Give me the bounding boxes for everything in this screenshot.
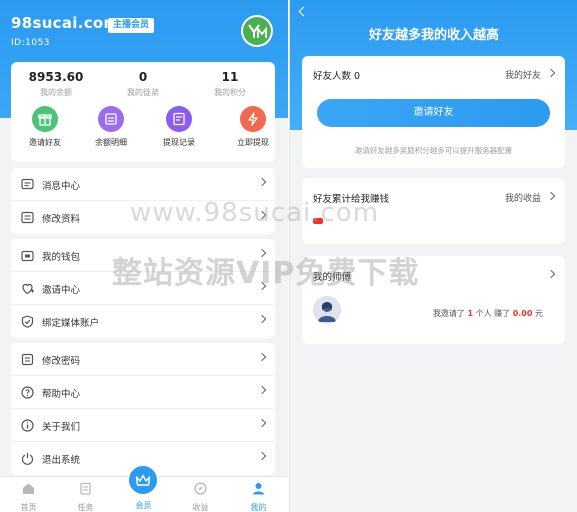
invite-amount: 0.00 xyxy=(512,309,533,318)
quick-action-label: 余额明细 xyxy=(95,138,127,147)
menu-item-change-password[interactable]: 修改密码 xyxy=(11,343,275,376)
menu-item-label: 邀请中心 xyxy=(42,285,81,296)
bolt-icon xyxy=(240,106,266,132)
vip-badge: 主播会员 xyxy=(108,18,155,33)
list-icon xyxy=(98,106,124,132)
menu-group-system: 修改密码 帮助中心 关于我们 退出系统 xyxy=(11,343,275,475)
chevron-right-icon xyxy=(257,314,267,324)
screenshot: 98sucai.com 主播会员 ID:1053 8953.60 我的余额 0 … xyxy=(0,0,577,512)
logo-icon xyxy=(243,17,271,45)
user-avatar-icon xyxy=(318,302,336,322)
menu-item-label: 绑定媒体账户 xyxy=(42,318,100,329)
chevron-right-icon xyxy=(257,352,267,362)
invite-prefix: 我邀请了 xyxy=(432,309,465,318)
user-icon xyxy=(253,483,264,495)
help-icon xyxy=(21,386,34,399)
record-icon xyxy=(166,106,192,132)
invite-friends-button[interactable]: 邀请好友 xyxy=(17,106,73,148)
info-icon xyxy=(21,419,34,432)
quick-action-label: 邀请好友 xyxy=(29,138,61,147)
stat-label: 我的积分 xyxy=(214,88,246,97)
tab-label: 收益 xyxy=(192,503,209,512)
site-title: 98sucai.com xyxy=(11,14,120,32)
chevron-right-icon xyxy=(257,451,267,461)
gift-icon xyxy=(32,106,58,132)
menu-item-label: 退出系统 xyxy=(42,455,81,466)
apprentice-stat[interactable]: 0 我的徒弟 xyxy=(108,70,178,98)
bottom-tab-bar: 首页 任务 会员 收益 我的 xyxy=(0,464,288,512)
withdraw-record-button[interactable]: 提现记录 xyxy=(151,106,207,148)
user-id: ID:1053 xyxy=(11,38,51,48)
menu-item-label: 关于我们 xyxy=(42,422,81,433)
invite-card: 好友人数 0 我的好友 邀请好友 邀请好友越多奖励积分越多可以提升服务器配置 xyxy=(302,56,565,168)
stat-label: 我的余额 xyxy=(40,88,72,97)
quick-action-label: 提现记录 xyxy=(163,138,195,147)
tab-earnings[interactable]: 收益 xyxy=(172,477,229,512)
invite-suffix: 元 xyxy=(535,309,543,318)
menu-item-label: 修改密码 xyxy=(42,356,81,367)
menu-item-about-us[interactable]: 关于我们 xyxy=(11,409,275,442)
logout-icon xyxy=(21,453,34,465)
my-friends-link[interactable]: 我的好友 xyxy=(505,68,541,81)
message-icon xyxy=(21,178,34,190)
task-icon xyxy=(80,482,91,495)
chevron-right-icon xyxy=(257,385,267,395)
wallet-icon xyxy=(21,250,34,262)
tab-label: 会员 xyxy=(135,501,152,510)
lock-icon xyxy=(21,353,34,366)
page-title: 好友越多我的收入越高 xyxy=(368,28,499,43)
tab-label: 首页 xyxy=(20,503,37,512)
stat-value: 11 xyxy=(221,70,239,84)
watermark-slogan: 整站资源VIP免费下载 xyxy=(112,256,420,291)
tab-label: 我的 xyxy=(250,503,267,512)
mentor-avatar[interactable] xyxy=(313,296,341,324)
tab-home[interactable]: 首页 xyxy=(0,477,57,512)
withdraw-now-button[interactable]: 立即提现 xyxy=(225,106,281,148)
home-icon xyxy=(23,483,34,494)
compass-icon xyxy=(194,482,207,495)
stat-value: 8953.60 xyxy=(28,70,84,84)
tab-member[interactable]: 会员 xyxy=(115,464,172,512)
menu-item-message-center[interactable]: 消息中心 xyxy=(11,168,275,201)
watermark-url: www.98sucai.com xyxy=(130,198,380,228)
stats-card: 8953.60 我的余额 0 我的徒弟 11 我的积分 邀请好友 余额明细 提现… xyxy=(11,62,275,162)
shield-icon xyxy=(21,315,34,328)
menu-item-help-center[interactable]: 帮助中心 xyxy=(11,376,275,409)
menu-item-bind-media-account[interactable]: 绑定媒体账户 xyxy=(11,305,275,338)
invite-tip: 邀请好友越多奖励积分越多可以提升服务器配置 xyxy=(354,146,513,155)
points-stat[interactable]: 11 我的积分 xyxy=(195,70,265,98)
menu-item-label: 我的钱包 xyxy=(42,252,81,263)
chevron-right-icon xyxy=(546,68,556,78)
balance-detail-button[interactable]: 余额明细 xyxy=(83,106,139,148)
chevron-right-icon xyxy=(546,191,556,201)
chevron-right-icon xyxy=(257,418,267,428)
avatar[interactable] xyxy=(241,15,273,47)
invite-count: 1 xyxy=(467,309,474,318)
menu-item-label: 修改资料 xyxy=(42,214,81,225)
menu-item-label: 消息中心 xyxy=(42,181,81,192)
stat-value: 0 xyxy=(138,70,148,84)
my-earnings-link[interactable]: 我的收益 xyxy=(505,191,541,204)
invite-summary: 我邀请了 1 个人 赚了 0.00 元 xyxy=(433,308,543,319)
back-arrow-icon[interactable] xyxy=(298,6,309,17)
menu-item-label: 帮助中心 xyxy=(42,389,81,400)
chevron-right-icon xyxy=(257,177,267,187)
invite-icon xyxy=(22,283,34,295)
edit-icon xyxy=(21,211,34,224)
invite-middle: 个人 赚了 xyxy=(475,309,511,318)
crown-icon xyxy=(127,464,159,496)
quick-action-label: 立即提现 xyxy=(237,138,269,147)
tab-mine[interactable]: 我的 xyxy=(230,477,287,512)
tab-label: 任务 xyxy=(77,503,94,512)
chevron-right-icon[interactable] xyxy=(546,269,556,279)
balance-stat[interactable]: 8953.60 我的余额 xyxy=(21,70,91,98)
stat-label: 我的徒弟 xyxy=(127,88,159,97)
tab-task[interactable]: 任务 xyxy=(57,477,114,512)
friends-count-label: 好友人数 0 xyxy=(313,71,361,82)
invite-friends-button[interactable]: 邀请好友 xyxy=(317,99,550,127)
